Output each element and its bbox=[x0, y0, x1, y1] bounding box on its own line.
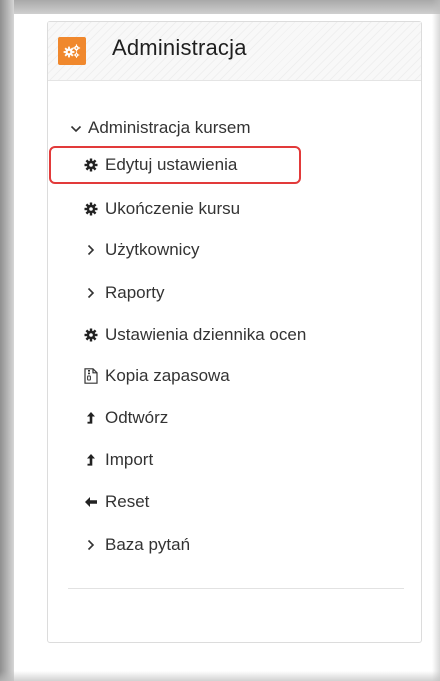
section-label: Administracja kursem bbox=[88, 118, 251, 137]
menu-item-reset[interactable]: Reset bbox=[83, 487, 149, 517]
menu-item-restore[interactable]: Odtwórz bbox=[83, 403, 168, 433]
block-title: Administracja bbox=[112, 35, 247, 60]
window-shadow-right bbox=[432, 0, 440, 681]
menu-item-label: Użytkownicy bbox=[105, 240, 200, 259]
gear-icon bbox=[83, 200, 99, 218]
level-up-icon bbox=[83, 451, 99, 469]
chevron-right-icon bbox=[83, 536, 99, 554]
arrow-left-icon bbox=[83, 493, 99, 511]
menu-item-label: Raporty bbox=[105, 283, 165, 302]
menu-item-reports[interactable]: Raporty bbox=[83, 278, 165, 308]
menu-item-label[interactable]: Kopia zapasowa bbox=[105, 366, 230, 386]
menu-item-label[interactable]: Odtwórz bbox=[105, 408, 168, 428]
menu-item-question-bank[interactable]: Baza pytań bbox=[83, 530, 190, 560]
file-archive-icon bbox=[83, 367, 99, 385]
menu-item-label[interactable]: Import bbox=[105, 450, 153, 470]
chevron-right-icon bbox=[83, 284, 99, 302]
menu-item-label[interactable]: Ukończenie kursu bbox=[105, 199, 240, 219]
level-up-icon bbox=[83, 409, 99, 427]
menu-item-backup[interactable]: Kopia zapasowa bbox=[83, 361, 230, 391]
gears-icon bbox=[58, 37, 86, 65]
gear-icon bbox=[83, 326, 99, 344]
section-course-administration[interactable]: Administracja kursem bbox=[70, 113, 251, 143]
menu-item-label: Baza pytań bbox=[105, 535, 191, 554]
menu-item-import[interactable]: Import bbox=[83, 445, 153, 475]
highlight-box bbox=[49, 146, 301, 184]
menu-item-course-completion[interactable]: Ukończenie kursu bbox=[83, 194, 240, 224]
menu-item-gradebook-setup[interactable]: Ustawienia dziennika ocen bbox=[83, 320, 306, 350]
menu-item-users[interactable]: Użytkownicy bbox=[83, 235, 199, 265]
window-frame-top bbox=[0, 0, 440, 14]
divider bbox=[68, 588, 404, 589]
menu-item-label[interactable]: Ustawienia dziennika ocen bbox=[105, 325, 306, 345]
block-header: Administracja bbox=[48, 22, 421, 81]
window-shadow-bottom bbox=[0, 671, 440, 681]
window-frame-left bbox=[0, 0, 14, 681]
chevron-down-icon bbox=[70, 118, 82, 138]
chevron-right-icon bbox=[83, 241, 99, 259]
menu-item-label[interactable]: Reset bbox=[105, 492, 149, 512]
